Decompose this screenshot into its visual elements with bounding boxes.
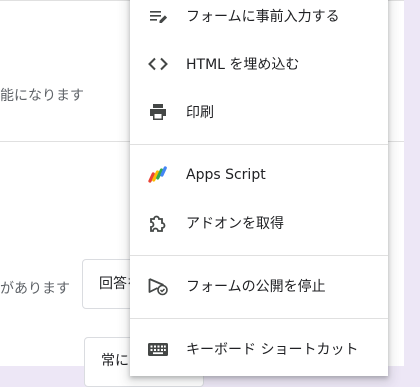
unpublish-icon: [146, 274, 170, 298]
menu-item-unpublish[interactable]: フォームの公開を停止: [130, 263, 388, 309]
menu-item-label: HTML を埋め込む: [186, 57, 300, 73]
menu-item-prefill[interactable]: フォームに事前入力する: [130, 0, 388, 39]
menu-item-label: Apps Script: [186, 167, 266, 183]
print-icon: [146, 100, 170, 124]
menu-item-apps-script[interactable]: Apps Script: [130, 152, 388, 198]
menu-item-addons[interactable]: アドオンを取得: [130, 200, 388, 246]
keyboard-icon: [146, 337, 170, 361]
menu-item-label: フォームに事前入力する: [186, 9, 340, 25]
prefill-icon: [146, 4, 170, 28]
more-menu: フォームに事前入力する HTML を埋め込む 印刷 Apps Script アド…: [130, 0, 388, 376]
menu-divider: [130, 255, 388, 256]
menu-item-label: フォームの公開を停止: [186, 279, 326, 295]
menu-divider: [130, 144, 388, 145]
menu-item-label: 印刷: [186, 105, 214, 121]
menu-item-label: キーボード ショートカット: [186, 342, 359, 358]
menu-item-label: アドオンを取得: [186, 216, 284, 232]
code-icon: [146, 52, 170, 76]
menu-item-keyboard-shortcuts[interactable]: キーボード ショートカット: [130, 326, 388, 372]
setting-description: があります: [0, 281, 70, 297]
page-margin: [404, 0, 420, 366]
setting-description: 能になります: [0, 88, 84, 104]
menu-item-embed-html[interactable]: HTML を埋め込む: [130, 41, 388, 87]
menu-item-print[interactable]: 印刷: [130, 89, 388, 135]
apps-script-icon: [146, 163, 170, 187]
puzzle-icon: [146, 211, 170, 235]
default-dropdown-value: 常に: [101, 353, 129, 369]
menu-divider: [130, 318, 388, 319]
